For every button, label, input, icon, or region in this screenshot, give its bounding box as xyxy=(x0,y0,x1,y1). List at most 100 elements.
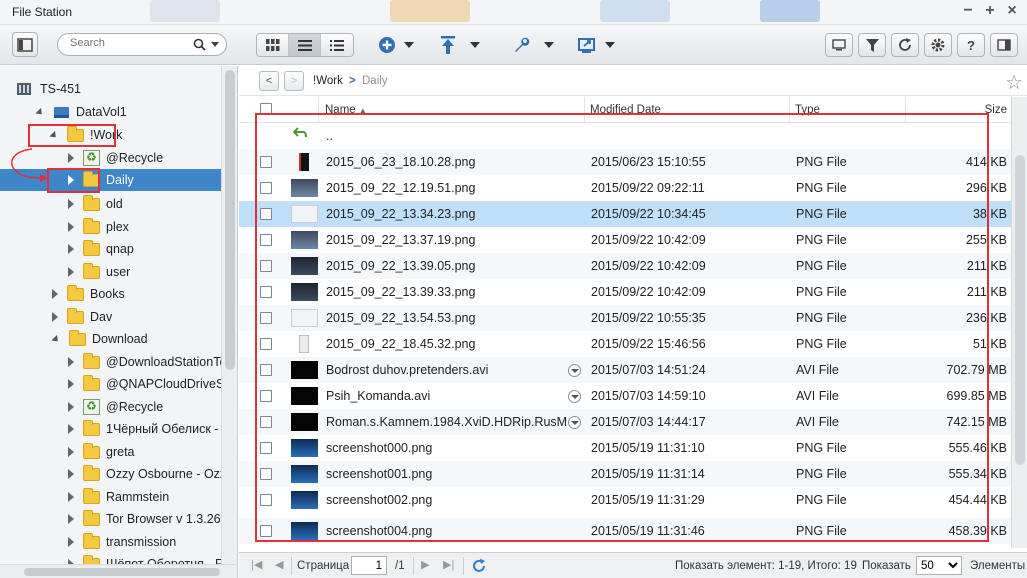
tree-item[interactable]: Шёпот Оборотня - R xyxy=(0,553,221,564)
tree-expand-icon[interactable] xyxy=(52,289,58,299)
tree-item-label: old xyxy=(106,197,123,211)
tree-item[interactable]: @DownloadStationTemp xyxy=(0,351,221,373)
tree-expand-icon[interactable] xyxy=(68,492,74,502)
search-box[interactable] xyxy=(57,33,227,56)
forward-button[interactable]: > xyxy=(284,71,304,91)
tree-expand-icon[interactable] xyxy=(68,469,74,479)
per-page-select[interactable]: 50 xyxy=(916,556,962,575)
settings-gear-icon xyxy=(931,38,945,52)
tree-collapse-icon[interactable] xyxy=(35,107,45,117)
tree-expand-icon[interactable] xyxy=(68,153,74,163)
refresh-button[interactable] xyxy=(891,33,919,57)
tree-expand-icon[interactable] xyxy=(68,537,74,547)
background-app-icon xyxy=(150,0,220,22)
tools-menu-button[interactable] xyxy=(512,33,554,57)
nas-server-icon xyxy=(17,83,31,95)
tree-item[interactable]: Dav xyxy=(0,306,221,328)
back-button[interactable]: < xyxy=(259,71,279,91)
minimize-icon[interactable]: − xyxy=(959,2,977,20)
tree-expand-icon[interactable] xyxy=(52,312,58,322)
tree-item[interactable]: Download xyxy=(0,328,221,350)
share-menu-button[interactable] xyxy=(578,33,615,57)
last-page-icon[interactable]: ▶| xyxy=(443,558,454,571)
tree-expand-icon[interactable] xyxy=(68,424,74,434)
tree-item-label: DataVol1 xyxy=(76,105,127,119)
chevron-down-icon xyxy=(404,42,414,48)
tree-item[interactable]: Tor Browser v 1.3.26 (Po xyxy=(0,508,221,530)
tree-collapse-icon[interactable] xyxy=(51,334,61,344)
upload-menu-button[interactable] xyxy=(440,33,480,57)
maximize-icon[interactable]: + xyxy=(981,2,999,20)
filter-button[interactable] xyxy=(858,33,886,57)
view-mode-switch xyxy=(256,33,354,57)
tree-item-label: greta xyxy=(106,445,135,459)
tree-item[interactable]: TS-451 xyxy=(0,78,221,100)
help-button[interactable]: ? xyxy=(957,33,985,57)
close-icon[interactable]: × xyxy=(1003,2,1021,20)
share-icon xyxy=(578,37,595,53)
file-list-scrollbar[interactable] xyxy=(1011,97,1027,548)
folder-icon xyxy=(69,329,86,346)
folder-icon xyxy=(83,509,100,526)
tree-expand-icon[interactable] xyxy=(68,447,74,457)
breadcrumb-current: Daily xyxy=(362,75,388,87)
settings-button[interactable] xyxy=(924,33,952,57)
folder-icon xyxy=(83,419,100,436)
tree-item[interactable]: 1Чёрный Обелиск - Рев xyxy=(0,418,221,440)
tree-item[interactable]: qnap xyxy=(0,238,221,260)
folder-icon xyxy=(83,374,100,391)
tree-expand-icon[interactable] xyxy=(68,402,74,412)
tree-item[interactable]: DataVol1 xyxy=(0,101,221,123)
breadcrumb-parent[interactable]: !Work xyxy=(313,75,343,87)
tree-item[interactable]: user xyxy=(0,261,221,283)
search-icon[interactable] xyxy=(193,38,206,51)
tree-item[interactable]: old xyxy=(0,193,221,215)
info-panel-button[interactable] xyxy=(990,33,1018,57)
tree-item-label: Ozzy Osbourne - Ozzmos xyxy=(106,467,221,481)
remote-mount-button[interactable] xyxy=(825,33,853,57)
tree-expand-icon[interactable] xyxy=(68,514,74,524)
breadcrumb-separator-icon: > xyxy=(349,75,356,87)
tree-item[interactable]: @QNAPCloudDriveSync xyxy=(0,373,221,395)
tree-item[interactable]: greta xyxy=(0,441,221,463)
tree-horizontal-scrollbar[interactable] xyxy=(0,564,238,578)
filter-icon xyxy=(865,38,879,52)
tree-item[interactable]: Ozzy Osbourne - Ozzmos xyxy=(0,463,221,485)
background-app-icon xyxy=(600,0,670,22)
view-thumbnails-button[interactable] xyxy=(257,34,289,56)
prev-page-icon[interactable]: ◀ xyxy=(275,558,283,571)
folder-icon xyxy=(83,262,100,279)
tree-item[interactable]: transmission xyxy=(0,531,221,553)
folder-icon xyxy=(83,239,100,256)
tree-item-label: @DownloadStationTemp xyxy=(106,355,221,369)
folder-icon xyxy=(83,442,100,459)
create-menu-button[interactable] xyxy=(378,33,414,57)
tree-expand-icon[interactable] xyxy=(68,379,74,389)
tree-expand-icon[interactable] xyxy=(68,267,74,277)
view-thumbnails-icon xyxy=(265,39,279,51)
panel-toggle-button[interactable] xyxy=(12,32,38,57)
page-number-input[interactable] xyxy=(351,556,387,575)
tree-expand-icon[interactable] xyxy=(68,222,74,232)
view-list-button[interactable] xyxy=(289,34,321,56)
tree-expand-icon[interactable] xyxy=(68,357,74,367)
tree-expand-icon[interactable] xyxy=(68,199,74,209)
tree-item[interactable]: plex xyxy=(0,216,221,238)
tree-item[interactable]: Books xyxy=(0,283,221,305)
tree-vertical-scrollbar[interactable] xyxy=(221,66,237,564)
refresh-list-icon[interactable] xyxy=(471,558,487,574)
tree-item-label: user xyxy=(106,265,131,279)
tree-item-label: Шёпот Оборотня - R xyxy=(106,557,221,564)
favorite-star-icon[interactable]: ☆ xyxy=(1005,70,1023,95)
next-page-icon[interactable]: ▶ xyxy=(421,558,429,571)
tree-item[interactable]: @Recycle xyxy=(0,396,221,418)
view-details-button[interactable] xyxy=(321,34,353,56)
first-page-icon[interactable]: |◀ xyxy=(251,558,262,571)
view-list-icon xyxy=(297,39,312,51)
tree-expand-icon[interactable] xyxy=(68,244,74,254)
create-plus-icon xyxy=(379,37,395,53)
search-input[interactable] xyxy=(70,37,190,49)
tree-item-label: qnap xyxy=(106,242,134,256)
tree-item[interactable]: Rammstein xyxy=(0,486,221,508)
search-options-caret-icon[interactable] xyxy=(211,42,219,47)
